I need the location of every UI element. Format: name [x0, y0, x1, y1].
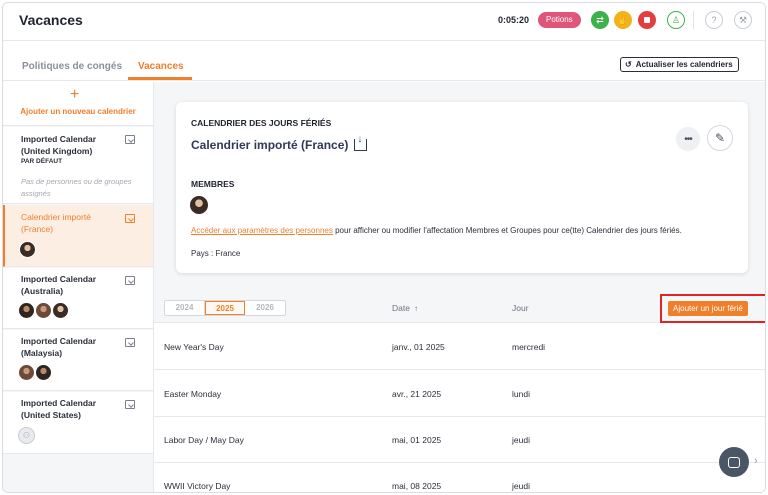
tab-politiques[interactable]: Politiques de congés	[22, 61, 122, 72]
members-help-text: Accéder aux paramètres des personnes pou…	[191, 226, 682, 235]
import-icon	[125, 400, 135, 409]
holiday-date: janv., 01 2025	[392, 342, 445, 352]
calendar-name: Imported Calendar (Malaysia)	[21, 336, 97, 358]
avatar	[189, 195, 209, 215]
edit-icon[interactable]: ✎	[707, 125, 733, 151]
table-row[interactable]: WWII Victory Day mai, 08 2025 jeudi	[154, 463, 765, 492]
holiday-name: WWII Victory Day	[164, 481, 231, 491]
calendar-item-france[interactable]: Calendrier importé (France)	[3, 205, 153, 267]
avatar	[35, 364, 52, 381]
holiday-name: New Year's Day	[164, 342, 224, 352]
holiday-name: Labor Day / May Day	[164, 435, 244, 445]
refresh-icon: ↺	[625, 60, 632, 69]
card-title: CALENDRIER DES JOURS FÉRIÉS	[191, 118, 332, 128]
highlight-box: Ajouter un jour férié	[660, 294, 765, 323]
main-content: CALENDRIER DES JOURS FÉRIÉS Calendrier i…	[154, 82, 765, 492]
calendar-item-uk[interactable]: Imported Calendar (United Kingdom) PAR D…	[3, 127, 153, 204]
table-header: 2024 2025 2026 Date ↑ Jour Ajouter un jou…	[154, 291, 765, 323]
holiday-name: Easter Monday	[164, 389, 222, 399]
top-bar: Vacances 0:05:20 Potions ⇄ ✋ ♙ ? ⚒	[3, 3, 765, 41]
table-row[interactable]: Easter Monday avr., 21 2025 lundi	[154, 371, 765, 417]
avatar	[18, 364, 35, 381]
calendar-item-malaysia[interactable]: Imported Calendar (Malaysia)	[3, 330, 153, 391]
calendar-name: Calendrier importé (France)	[21, 212, 91, 234]
people-settings-link[interactable]: Accéder aux paramètres des personnes	[191, 226, 333, 235]
timer: 0:05:20	[498, 15, 530, 25]
column-date-label: Date	[392, 303, 410, 313]
year-2025[interactable]: 2025	[205, 301, 245, 315]
add-calendar-label: Ajouter un nouveau calendrier	[20, 107, 136, 116]
hand-icon[interactable]: ✋	[614, 11, 632, 29]
download-icon[interactable]	[354, 134, 368, 151]
avatar	[35, 302, 52, 319]
import-icon	[125, 276, 135, 285]
chat-button[interactable]	[719, 447, 749, 477]
tab-vacances[interactable]: Vacances	[138, 61, 184, 72]
calendar-item-australia[interactable]: Imported Calendar (Australia)	[3, 268, 153, 329]
avatar	[19, 241, 36, 258]
members-help-rest: pour afficher ou modifier l'affectation …	[332, 226, 682, 235]
tab-bar: Politiques de congés Vacances ↺ Actualis…	[3, 41, 765, 81]
page-title: Vacances	[19, 12, 83, 28]
app-window: Vacances 0:05:20 Potions ⇄ ✋ ♙ ? ⚒ Polit…	[2, 2, 766, 493]
refresh-label: Actualiser les calendriers	[635, 60, 733, 69]
holiday-date: mai, 01 2025	[392, 435, 442, 445]
avatar	[52, 302, 69, 319]
chevron-right-icon[interactable]: ›	[754, 455, 758, 467]
plus-icon: +	[70, 86, 80, 103]
year-2026[interactable]: 2026	[245, 301, 285, 315]
divider	[693, 11, 694, 29]
country-text: Pays : France	[191, 249, 241, 258]
members-label: MEMBRES	[191, 179, 235, 189]
stop-icon[interactable]	[638, 11, 656, 29]
default-badge: PAR DÉFAUT	[21, 158, 63, 165]
calendar-title: Calendrier importé (France)	[191, 134, 368, 152]
column-day: Jour	[512, 303, 529, 313]
chat-icon	[728, 456, 740, 468]
year-selector: 2024 2025 2026	[164, 300, 286, 316]
holidays-table: 2024 2025 2026 Date ↑ Jour Ajouter un jou…	[154, 291, 765, 492]
user-check-icon[interactable]: ♙	[667, 11, 685, 29]
add-calendar-button[interactable]: + Ajouter un nouveau calendrier	[3, 82, 153, 126]
tools-icon[interactable]: ⚒	[734, 11, 752, 29]
calendar-sidebar: + Ajouter un nouveau calendrier Imported…	[3, 82, 154, 492]
empty-members-icon: ⚇	[18, 427, 35, 444]
shuffle-icon[interactable]: ⇄	[591, 11, 609, 29]
calendar-name: Imported Calendar (United States)	[21, 398, 97, 420]
add-holiday-button[interactable]: Ajouter un jour férié	[668, 301, 748, 316]
table-row[interactable]: New Year's Day janv., 01 2025 mercredi	[154, 324, 765, 370]
table-row[interactable]: Labor Day / May Day mai, 01 2025 jeudi	[154, 417, 765, 463]
holiday-date: avr., 21 2025	[392, 389, 442, 399]
no-members-text: Pas de personnes ou de groupes assignés	[21, 177, 132, 198]
holiday-date: mai, 08 2025	[392, 481, 442, 491]
calendar-details-card: CALENDRIER DES JOURS FÉRIÉS Calendrier i…	[176, 102, 748, 273]
refresh-calendars-button[interactable]: ↺ Actualiser les calendriers	[620, 57, 739, 72]
column-date[interactable]: Date ↑	[392, 303, 418, 313]
potions-badge[interactable]: Potions	[538, 12, 581, 28]
calendar-name: Imported Calendar (United Kingdom)	[21, 134, 97, 156]
calendar-title-text: Calendrier importé (France)	[191, 138, 349, 152]
sort-up-icon: ↑	[413, 304, 418, 313]
import-icon	[125, 338, 135, 347]
tab-underline	[128, 77, 192, 80]
import-icon	[125, 135, 135, 144]
calendar-name: Imported Calendar (Australia)	[21, 274, 97, 296]
more-options-button[interactable]: •••	[676, 127, 700, 151]
avatar	[18, 302, 35, 319]
holiday-day: jeudi	[512, 481, 530, 491]
help-icon[interactable]: ?	[705, 11, 723, 29]
calendar-item-us[interactable]: Imported Calendar (United States) ⚇	[3, 392, 153, 454]
holiday-day: mercredi	[512, 342, 546, 352]
holiday-day: lundi	[512, 389, 530, 399]
year-2024[interactable]: 2024	[165, 301, 205, 315]
import-icon	[125, 214, 135, 223]
holiday-day: jeudi	[512, 435, 530, 445]
